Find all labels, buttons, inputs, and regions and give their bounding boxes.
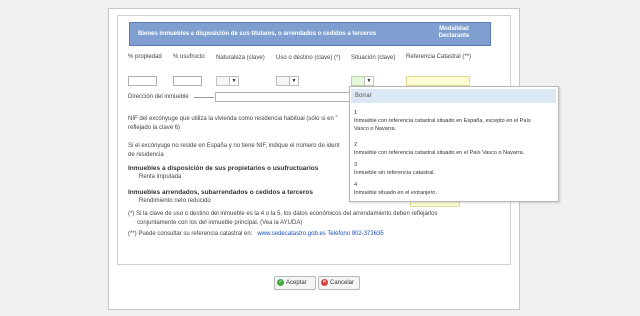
close-icon: ✕ bbox=[321, 279, 328, 286]
sedecatastro-link[interactable]: www.sedecatastro.gob.es bbox=[257, 231, 325, 237]
check-icon: ✓ bbox=[277, 279, 284, 286]
note-uso: (*) Si la clave de uso o destino del inm… bbox=[128, 211, 438, 217]
accept-button[interactable]: ✓ Aceptar bbox=[274, 276, 316, 290]
usufructo-input[interactable] bbox=[173, 76, 202, 86]
situacion-select[interactable]: ▼ bbox=[351, 76, 374, 86]
modalidad-header: Modalidad Declarante bbox=[438, 26, 470, 39]
col-referencia: Referencia Catastral (**) bbox=[406, 54, 472, 60]
note-referencia: (**) Puede consultar su referencia catas… bbox=[128, 231, 384, 237]
situacion-option-2[interactable]: 2 Inmueble con referencia catastral situ… bbox=[354, 141, 552, 157]
no-reside-text: Si el excónyuge no reside en España y no… bbox=[128, 143, 340, 149]
nif-text: NIF del excónyuge que utiliza la viviend… bbox=[128, 116, 338, 122]
col-uso: Uso o destino (clave) (*) bbox=[276, 55, 341, 61]
situacion-option-1[interactable]: 1 Inmueble con referencia catastral situ… bbox=[354, 109, 552, 133]
chevron-down-icon[interactable]: ▼ bbox=[364, 77, 373, 85]
propiedad-input[interactable] bbox=[128, 76, 157, 86]
col-naturaleza: Naturaleza (clave) bbox=[216, 55, 265, 61]
col-propiedad: % propiedad bbox=[128, 54, 162, 60]
borrar-option[interactable]: Borrar bbox=[351, 89, 556, 103]
nif-text-2: reflejado la clave 6) bbox=[128, 125, 181, 131]
rendimiento-label: Rendimiento neto reducido bbox=[139, 198, 211, 204]
situacion-option-3[interactable]: 3 Inmueble sin referencia catastral. bbox=[354, 161, 552, 177]
direccion-input[interactable] bbox=[215, 92, 350, 102]
phone-link[interactable]: Teléfono 902-373635 bbox=[327, 231, 383, 237]
note-uso-2: conjuntamente con los del inmueble princ… bbox=[137, 220, 303, 226]
referencia-catastral-input[interactable] bbox=[406, 76, 470, 86]
renta-imputada-label: Renta imputada bbox=[139, 174, 182, 180]
col-usufructo: % usufructo bbox=[173, 54, 205, 60]
divider bbox=[194, 97, 214, 98]
section-disposicion-title: Inmuebles a disposición de sus propietar… bbox=[128, 165, 319, 172]
chevron-down-icon[interactable]: ▼ bbox=[229, 77, 238, 85]
chevron-down-icon[interactable]: ▼ bbox=[289, 77, 298, 85]
direccion-label: Dirección del inmueble bbox=[128, 94, 189, 100]
form-header: Bienes inmuebles a disposición de sus ti… bbox=[129, 22, 491, 46]
situacion-option-4[interactable]: 4 Inmueble situado en el extranjero. bbox=[354, 181, 552, 197]
section-arrendados-title: Inmuebles arrendados, subarrendados o ce… bbox=[128, 189, 313, 196]
situacion-dropdown: Borrar 1 Inmueble con referencia catastr… bbox=[349, 86, 559, 202]
cancel-button[interactable]: ✕ Cancelar bbox=[318, 276, 360, 290]
col-situacion: Situación (clave) bbox=[351, 55, 396, 61]
form-title: Bienes inmuebles a disposición de sus ti… bbox=[138, 31, 377, 37]
no-reside-text-2: de residencia bbox=[128, 152, 164, 158]
naturaleza-select[interactable]: ▼ bbox=[216, 76, 239, 86]
uso-select[interactable]: ▼ bbox=[276, 76, 299, 86]
